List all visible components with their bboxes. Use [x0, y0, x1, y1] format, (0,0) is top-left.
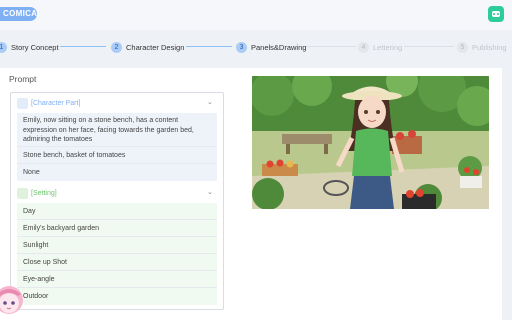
list-item[interactable]: Emily's backyard garden: [17, 220, 217, 237]
character-part-title: [Character Part]: [31, 99, 81, 107]
step-number: 1: [0, 41, 7, 53]
step-connector: [186, 46, 232, 47]
step-number: 4: [358, 41, 369, 53]
character-part-header[interactable]: [Character Part]: [17, 95, 80, 111]
mascot-avatar[interactable]: [0, 284, 24, 320]
setting-rows: Day Emily's backyard garden Sunlight Clo…: [17, 203, 217, 305]
robot-face: [492, 11, 500, 17]
app-logo[interactable]: COMICAI: [0, 7, 39, 21]
prompt-label: Prompt: [9, 74, 37, 84]
step-number: 2: [111, 41, 122, 53]
step-number: 3: [236, 41, 247, 53]
list-item[interactable]: Emily, now sitting on a stone bench, has…: [17, 113, 217, 147]
list-item[interactable]: Day: [17, 203, 217, 220]
step-connector: [404, 46, 454, 47]
section-marker: [17, 187, 28, 199]
chevron-down-icon[interactable]: ⌄: [207, 98, 213, 106]
step-connector: [306, 46, 356, 47]
step-label: Panels&Drawing: [251, 42, 307, 52]
step-publishing[interactable]: 5 Publishing: [457, 40, 507, 54]
step-label: Story Concept: [11, 42, 59, 52]
step-number: 5: [457, 41, 468, 53]
prompt-card: [Character Part] ⌄ Emily, now sitting on…: [10, 92, 224, 310]
step-panels-drawing[interactable]: 3 Panels&Drawing: [236, 40, 306, 54]
step-lettering[interactable]: 4 Lettering: [358, 40, 402, 54]
list-item[interactable]: Outdoor: [17, 288, 217, 305]
step-label: Publishing: [472, 42, 507, 52]
chevron-down-icon[interactable]: ⌄: [207, 188, 213, 196]
section-marker: [17, 97, 28, 109]
step-label: Lettering: [373, 42, 403, 52]
list-item[interactable]: Stone bench, basket of tomatoes: [17, 147, 217, 164]
step-story-concept[interactable]: 1 Story Concept: [0, 40, 59, 54]
robot-icon[interactable]: [488, 6, 504, 22]
garden-illustration: [252, 76, 489, 209]
list-item[interactable]: Sunlight: [17, 237, 217, 254]
step-connector: [60, 46, 106, 47]
generated-panel-image[interactable]: [252, 76, 489, 209]
step-label: Character Design: [126, 42, 185, 52]
mascot-icon: [0, 286, 23, 314]
step-character-design[interactable]: 2 Character Design: [111, 40, 184, 54]
list-item[interactable]: None: [17, 164, 217, 181]
setting-header[interactable]: [Setting]: [17, 185, 57, 201]
list-item[interactable]: Close up Shot: [17, 254, 217, 271]
top-bar: [0, 0, 512, 30]
list-item[interactable]: Eye-angle: [17, 271, 217, 288]
character-part-rows: Emily, now sitting on a stone bench, has…: [17, 113, 217, 181]
setting-title: [Setting]: [31, 189, 57, 197]
